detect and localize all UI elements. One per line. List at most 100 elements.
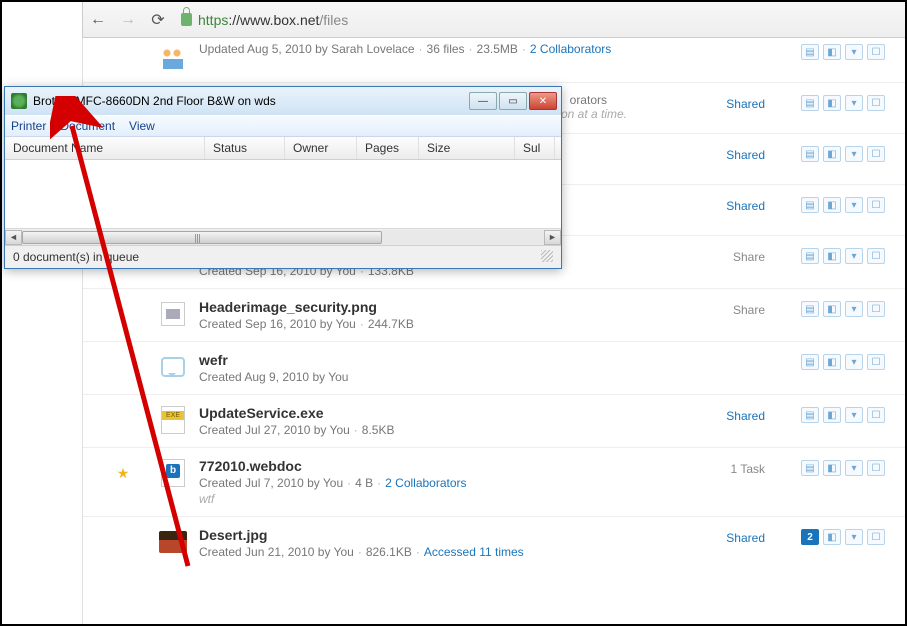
dropdown-icon[interactable]: ▾ [845,146,863,162]
menu-view[interactable]: View [129,119,155,133]
close-button[interactable]: ✕ [529,92,557,110]
file-info: Updated Aug 5, 2010 by Sarah Lovelace·36… [193,42,687,56]
share-status[interactable]: Shared [687,527,765,545]
file-row[interactable]: wefr Created Aug 9, 2010 by You ▤◧▾☐ [83,341,905,394]
tag-icon[interactable]: ◧ [823,248,841,264]
checkbox-icon[interactable]: ☐ [867,197,885,213]
dropdown-icon[interactable]: ▾ [845,95,863,111]
dropdown-icon[interactable]: ▾ [845,529,863,545]
checkbox-icon[interactable]: ☐ [867,95,885,111]
dropdown-icon[interactable]: ▾ [845,301,863,317]
address-bar[interactable]: https://www.box.net/files [181,12,348,28]
file-title[interactable]: Desert.jpg [199,527,687,543]
col-size[interactable]: Size [419,137,515,159]
menu-document[interactable]: Document [60,119,115,133]
file-title[interactable]: UpdateService.exe [199,405,687,421]
checkbox-icon[interactable]: ☐ [867,301,885,317]
minimize-button[interactable]: — [469,92,497,110]
share-status[interactable]: Shared [687,93,765,111]
file-title[interactable]: wefr [199,352,687,368]
file-row[interactable]: ★ 772010.webdoc Created Jul 7, 2010 by Y… [83,447,905,516]
tag-icon[interactable]: ◧ [823,407,841,423]
col-submitted[interactable]: Sul [515,137,555,159]
scroll-left-arrow[interactable]: ◄ [5,230,22,245]
checkbox-icon[interactable]: ☐ [867,146,885,162]
dropdown-icon[interactable]: ▾ [845,248,863,264]
share-status[interactable]: Shared [687,405,765,423]
checkbox-icon[interactable]: ☐ [867,248,885,264]
file-row[interactable]: Updated Aug 5, 2010 by Sarah Lovelace·36… [83,38,905,82]
maximize-button[interactable]: ▭ [499,92,527,110]
share-link[interactable]: Share [687,299,765,317]
collaborators-link[interactable]: 2 Collaborators [530,42,611,56]
tag-icon[interactable]: ◧ [823,44,841,60]
col-pages[interactable]: Pages [357,137,419,159]
checkbox-icon[interactable]: ☐ [867,354,885,370]
horizontal-scrollbar[interactable]: ◄ ► [5,228,561,245]
favorite-star-icon[interactable]: ★ [93,458,153,488]
url-host: ://www.box.net [228,12,319,28]
file-row[interactable]: Desert.jpg Created Jun 21, 2010 by You·8… [83,516,905,569]
forward-button[interactable]: → [115,8,141,32]
comment-count-badge[interactable]: 2 [801,529,819,545]
comment-icon[interactable]: ▤ [801,146,819,162]
col-document-name[interactable]: Document Name [5,137,205,159]
dropdown-icon[interactable]: ▾ [845,460,863,476]
printer-queue-window[interactable]: Brother MFC-8660DN 2nd Floor B&W on wds … [4,86,562,269]
checkbox-icon[interactable]: ☐ [867,407,885,423]
share-link[interactable]: Share [687,246,765,264]
meta-date: Jul 27, 2010 [245,423,310,437]
meta-date: Jun 21, 2010 [245,545,314,559]
tag-icon[interactable]: ◧ [823,95,841,111]
comment-icon[interactable]: ▤ [801,44,819,60]
tag-icon[interactable]: ◧ [823,146,841,162]
scroll-thumb[interactable] [22,231,382,244]
share-status[interactable]: Shared [687,195,765,213]
comment-icon[interactable]: ▤ [801,460,819,476]
tag-icon[interactable]: ◧ [823,354,841,370]
menu-printer[interactable]: Printer [11,119,46,133]
dropdown-icon[interactable]: ▾ [845,354,863,370]
window-title: Brother MFC-8660DN 2nd Floor B&W on wds [33,94,469,108]
checkbox-icon[interactable]: ☐ [867,460,885,476]
checkbox-icon[interactable]: ☐ [867,44,885,60]
file-row[interactable]: Headerimage_security.png Created Sep 16,… [83,288,905,341]
file-title[interactable]: Headerimage_security.png [199,299,687,315]
access-count-link[interactable]: Accessed 11 times [424,545,524,559]
tag-icon[interactable]: ◧ [823,197,841,213]
discussion-icon [153,352,193,382]
scroll-track[interactable] [22,230,544,245]
window-titlebar[interactable]: Brother MFC-8660DN 2nd Floor B&W on wds … [5,87,561,115]
meta-size: 826.1KB [366,545,412,559]
reload-button[interactable]: ⟳ [145,8,171,32]
queue-count: 0 document(s) in queue [13,250,139,264]
dropdown-icon[interactable]: ▾ [845,197,863,213]
dropdown-icon[interactable]: ▾ [845,407,863,423]
collaborators-link[interactable]: 2 Collaborators [385,476,466,490]
queue-list[interactable] [5,160,561,228]
browser-toolbar: ← → ⟳ https://www.box.net/files [82,2,905,38]
back-button[interactable]: ← [85,8,111,32]
tag-icon[interactable]: ◧ [823,460,841,476]
comment-icon[interactable]: ▤ [801,248,819,264]
tag-icon[interactable]: ◧ [823,301,841,317]
dropdown-icon[interactable]: ▾ [845,44,863,60]
file-row[interactable]: UpdateService.exe Created Jul 27, 2010 b… [83,394,905,447]
meta-by: by Sarah Lovelace [312,42,415,56]
comment-icon[interactable]: ▤ [801,407,819,423]
checkbox-icon[interactable]: ☐ [867,529,885,545]
meta-date: Aug 5, 2010 [247,42,312,56]
task-count[interactable]: 1 Task [687,458,765,476]
comment-icon[interactable]: ▤ [801,354,819,370]
resize-grip[interactable] [541,250,553,262]
comment-icon[interactable]: ▤ [801,197,819,213]
meta-prefix: Created [199,545,245,559]
comment-icon[interactable]: ▤ [801,95,819,111]
col-owner[interactable]: Owner [285,137,357,159]
share-status[interactable]: Shared [687,144,765,162]
col-status[interactable]: Status [205,137,285,159]
scroll-right-arrow[interactable]: ► [544,230,561,245]
file-title[interactable]: 772010.webdoc [199,458,687,474]
comment-icon[interactable]: ▤ [801,301,819,317]
tag-icon[interactable]: ◧ [823,529,841,545]
